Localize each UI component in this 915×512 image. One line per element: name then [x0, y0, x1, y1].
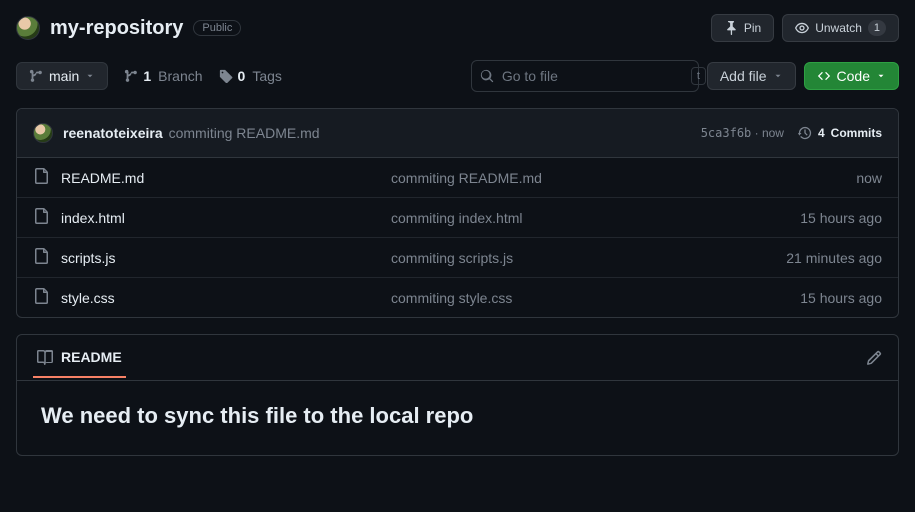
branches-link[interactable]: 1 Branch [124, 68, 202, 84]
file-row: index.html commiting index.html 15 hours… [17, 198, 898, 238]
caret-down-icon [876, 71, 886, 81]
tag-icon [219, 69, 233, 83]
toolbar-right: t Add file Code [471, 60, 899, 92]
latest-commit-row: reenatoteixeira commiting README.md 5ca3… [17, 109, 898, 158]
file-listing-box: reenatoteixeira commiting README.md 5ca3… [16, 108, 899, 318]
file-name[interactable]: README.md [61, 170, 391, 186]
tag-count: 0 [238, 68, 246, 84]
commit-author-avatar[interactable] [33, 123, 53, 143]
header-actions: Pin Unwatch 1 [711, 14, 899, 42]
edit-readme-button[interactable] [858, 342, 890, 374]
file-commit-msg[interactable]: commiting style.css [391, 290, 722, 306]
file-commit-msg[interactable]: commiting scripts.js [391, 250, 722, 266]
code-icon [817, 69, 831, 83]
repo-title-wrap: my-repository Public [16, 16, 241, 40]
add-file-button[interactable]: Add file [707, 62, 796, 90]
owner-avatar[interactable] [16, 16, 40, 40]
repo-header: my-repository Public Pin Unwatch 1 [0, 0, 915, 60]
visibility-badge: Public [193, 20, 241, 36]
readme-heading: We need to sync this file to the local r… [41, 403, 874, 429]
pin-label: Pin [744, 21, 761, 35]
repo-toolbar: main 1 Branch 0 Tags t Add file Code [0, 60, 915, 92]
repo-name[interactable]: my-repository [50, 17, 183, 40]
pin-icon [724, 21, 738, 35]
branch-word: Branch [158, 68, 202, 84]
file-search[interactable]: t [471, 60, 699, 92]
tags-link[interactable]: 0 Tags [219, 68, 282, 84]
commit-author[interactable]: reenatoteixeira [63, 125, 163, 141]
file-icon [33, 248, 61, 267]
file-commit-msg[interactable]: commiting index.html [391, 210, 722, 226]
code-label: Code [837, 68, 870, 84]
code-button[interactable]: Code [804, 62, 899, 90]
watch-count: 1 [868, 20, 886, 36]
file-icon [33, 288, 61, 307]
tag-word: Tags [252, 68, 282, 84]
file-icon [33, 208, 61, 227]
commit-meta: 5ca3f6b · now 4 Commits [701, 126, 882, 140]
pencil-icon [866, 350, 882, 366]
readme-tab-label: README [61, 349, 122, 365]
book-icon [37, 349, 53, 365]
readme-body: We need to sync this file to the local r… [17, 381, 898, 455]
commit-sha-time[interactable]: 5ca3f6b · now [701, 126, 784, 140]
pin-button[interactable]: Pin [711, 14, 774, 42]
branch-name: main [49, 68, 79, 84]
caret-down-icon [773, 71, 783, 81]
readme-tab[interactable]: README [33, 337, 126, 378]
commits-word: Commits [831, 126, 882, 140]
eye-icon [795, 21, 809, 35]
commit-time: now [762, 126, 784, 140]
file-time: 21 minutes ago [722, 250, 882, 266]
file-name[interactable]: index.html [61, 210, 391, 226]
search-icon [480, 69, 494, 83]
file-name[interactable]: scripts.js [61, 250, 391, 266]
commit-message[interactable]: commiting README.md [169, 125, 320, 141]
branch-count: 1 [143, 68, 151, 84]
file-name[interactable]: style.css [61, 290, 391, 306]
toolbar-left: main 1 Branch 0 Tags [16, 62, 282, 90]
readme-header: README [17, 335, 898, 381]
unwatch-label: Unwatch [815, 21, 862, 35]
commit-sha: 5ca3f6b [701, 126, 752, 140]
addfile-label: Add file [720, 68, 767, 84]
file-search-input[interactable] [494, 68, 691, 84]
branch-icon [124, 69, 138, 83]
branch-selector[interactable]: main [16, 62, 108, 90]
commits-link[interactable]: 4 Commits [798, 126, 882, 140]
file-icon [33, 168, 61, 187]
search-kbd: t [691, 67, 706, 85]
caret-down-icon [85, 71, 95, 81]
history-icon [798, 126, 812, 140]
branch-icon [29, 69, 43, 83]
unwatch-button[interactable]: Unwatch 1 [782, 14, 899, 42]
commit-count: 4 [818, 126, 825, 140]
readme-box: README We need to sync this file to the … [16, 334, 899, 456]
file-time: 15 hours ago [722, 290, 882, 306]
file-time: now [722, 170, 882, 186]
file-row: style.css commiting style.css 15 hours a… [17, 278, 898, 317]
file-row: scripts.js commiting scripts.js 21 minut… [17, 238, 898, 278]
file-time: 15 hours ago [722, 210, 882, 226]
file-commit-msg[interactable]: commiting README.md [391, 170, 722, 186]
file-row: README.md commiting README.md now [17, 158, 898, 198]
